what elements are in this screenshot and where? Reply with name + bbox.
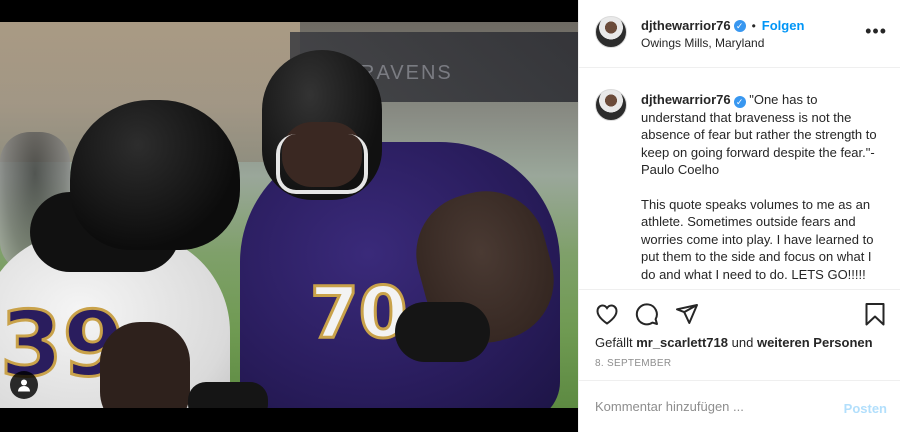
save-button[interactable] (861, 300, 889, 328)
comment-button[interactable] (633, 300, 661, 328)
player-39-glove (188, 382, 268, 408)
post-date[interactable]: 8. SEPTEMBER (595, 358, 671, 369)
follow-button[interactable]: Folgen (762, 18, 805, 33)
tagged-users-button[interactable] (10, 371, 38, 399)
post-actions: Gefällt mr_scarlett718 und weiteren Pers… (579, 289, 900, 379)
share-icon (676, 304, 698, 324)
comments-area[interactable]: djthewarrior76 ✓ "One has to understand t… (579, 69, 900, 288)
caption-verified-badge-icon: ✓ (733, 96, 746, 108)
player-39-helmet (70, 100, 240, 250)
username-link[interactable]: djthewarrior76 (641, 18, 731, 33)
other-likers-link[interactable]: weiteren Personen (757, 335, 873, 350)
post-comment-button[interactable]: Posten (844, 401, 887, 416)
bookmark-icon (865, 303, 885, 326)
action-icons (593, 300, 701, 328)
share-button[interactable] (673, 300, 701, 328)
verified-badge-icon: ✓ (733, 19, 746, 32)
avatar[interactable] (595, 16, 627, 48)
caption-avatar[interactable] (595, 89, 627, 121)
post-photo[interactable]: RAVENS 70 39 (0, 22, 578, 408)
likes-mid: und (731, 335, 754, 350)
player-39-arm (100, 322, 190, 408)
post-header: djthewarrior76 ✓ • Folgen Owings Mills, … (579, 0, 900, 68)
post-media: RAVENS 70 39 (0, 0, 578, 432)
jersey-number-70: 70 (308, 271, 408, 356)
person-icon (18, 379, 30, 392)
caption-username-link[interactable]: djthewarrior76 (641, 92, 731, 107)
player-70-facemask (276, 134, 368, 194)
header-name-row: djthewarrior76 ✓ • Folgen (641, 18, 804, 33)
comment-input[interactable] (595, 399, 825, 414)
likes-prefix: Gefällt (595, 335, 633, 350)
comment-box: Posten (579, 380, 900, 432)
liker-username-link[interactable]: mr_scarlett718 (636, 335, 728, 350)
caption: djthewarrior76 ✓ "One has to understand t… (641, 91, 885, 288)
player-70-glove-right (395, 302, 490, 362)
heart-icon (596, 304, 618, 325)
separator-dot: • (751, 18, 756, 33)
like-button[interactable] (593, 300, 621, 328)
location-link[interactable]: Owings Mills, Maryland (641, 36, 764, 50)
more-options-icon[interactable]: ••• (865, 22, 887, 40)
caption-body: This quote speaks volumes to me as an at… (641, 196, 874, 282)
likes-summary: Gefällt mr_scarlett718 und weiteren Pers… (595, 335, 873, 350)
comment-icon (635, 303, 658, 326)
post-sidebar: djthewarrior76 ✓ • Folgen Owings Mills, … (578, 0, 900, 432)
